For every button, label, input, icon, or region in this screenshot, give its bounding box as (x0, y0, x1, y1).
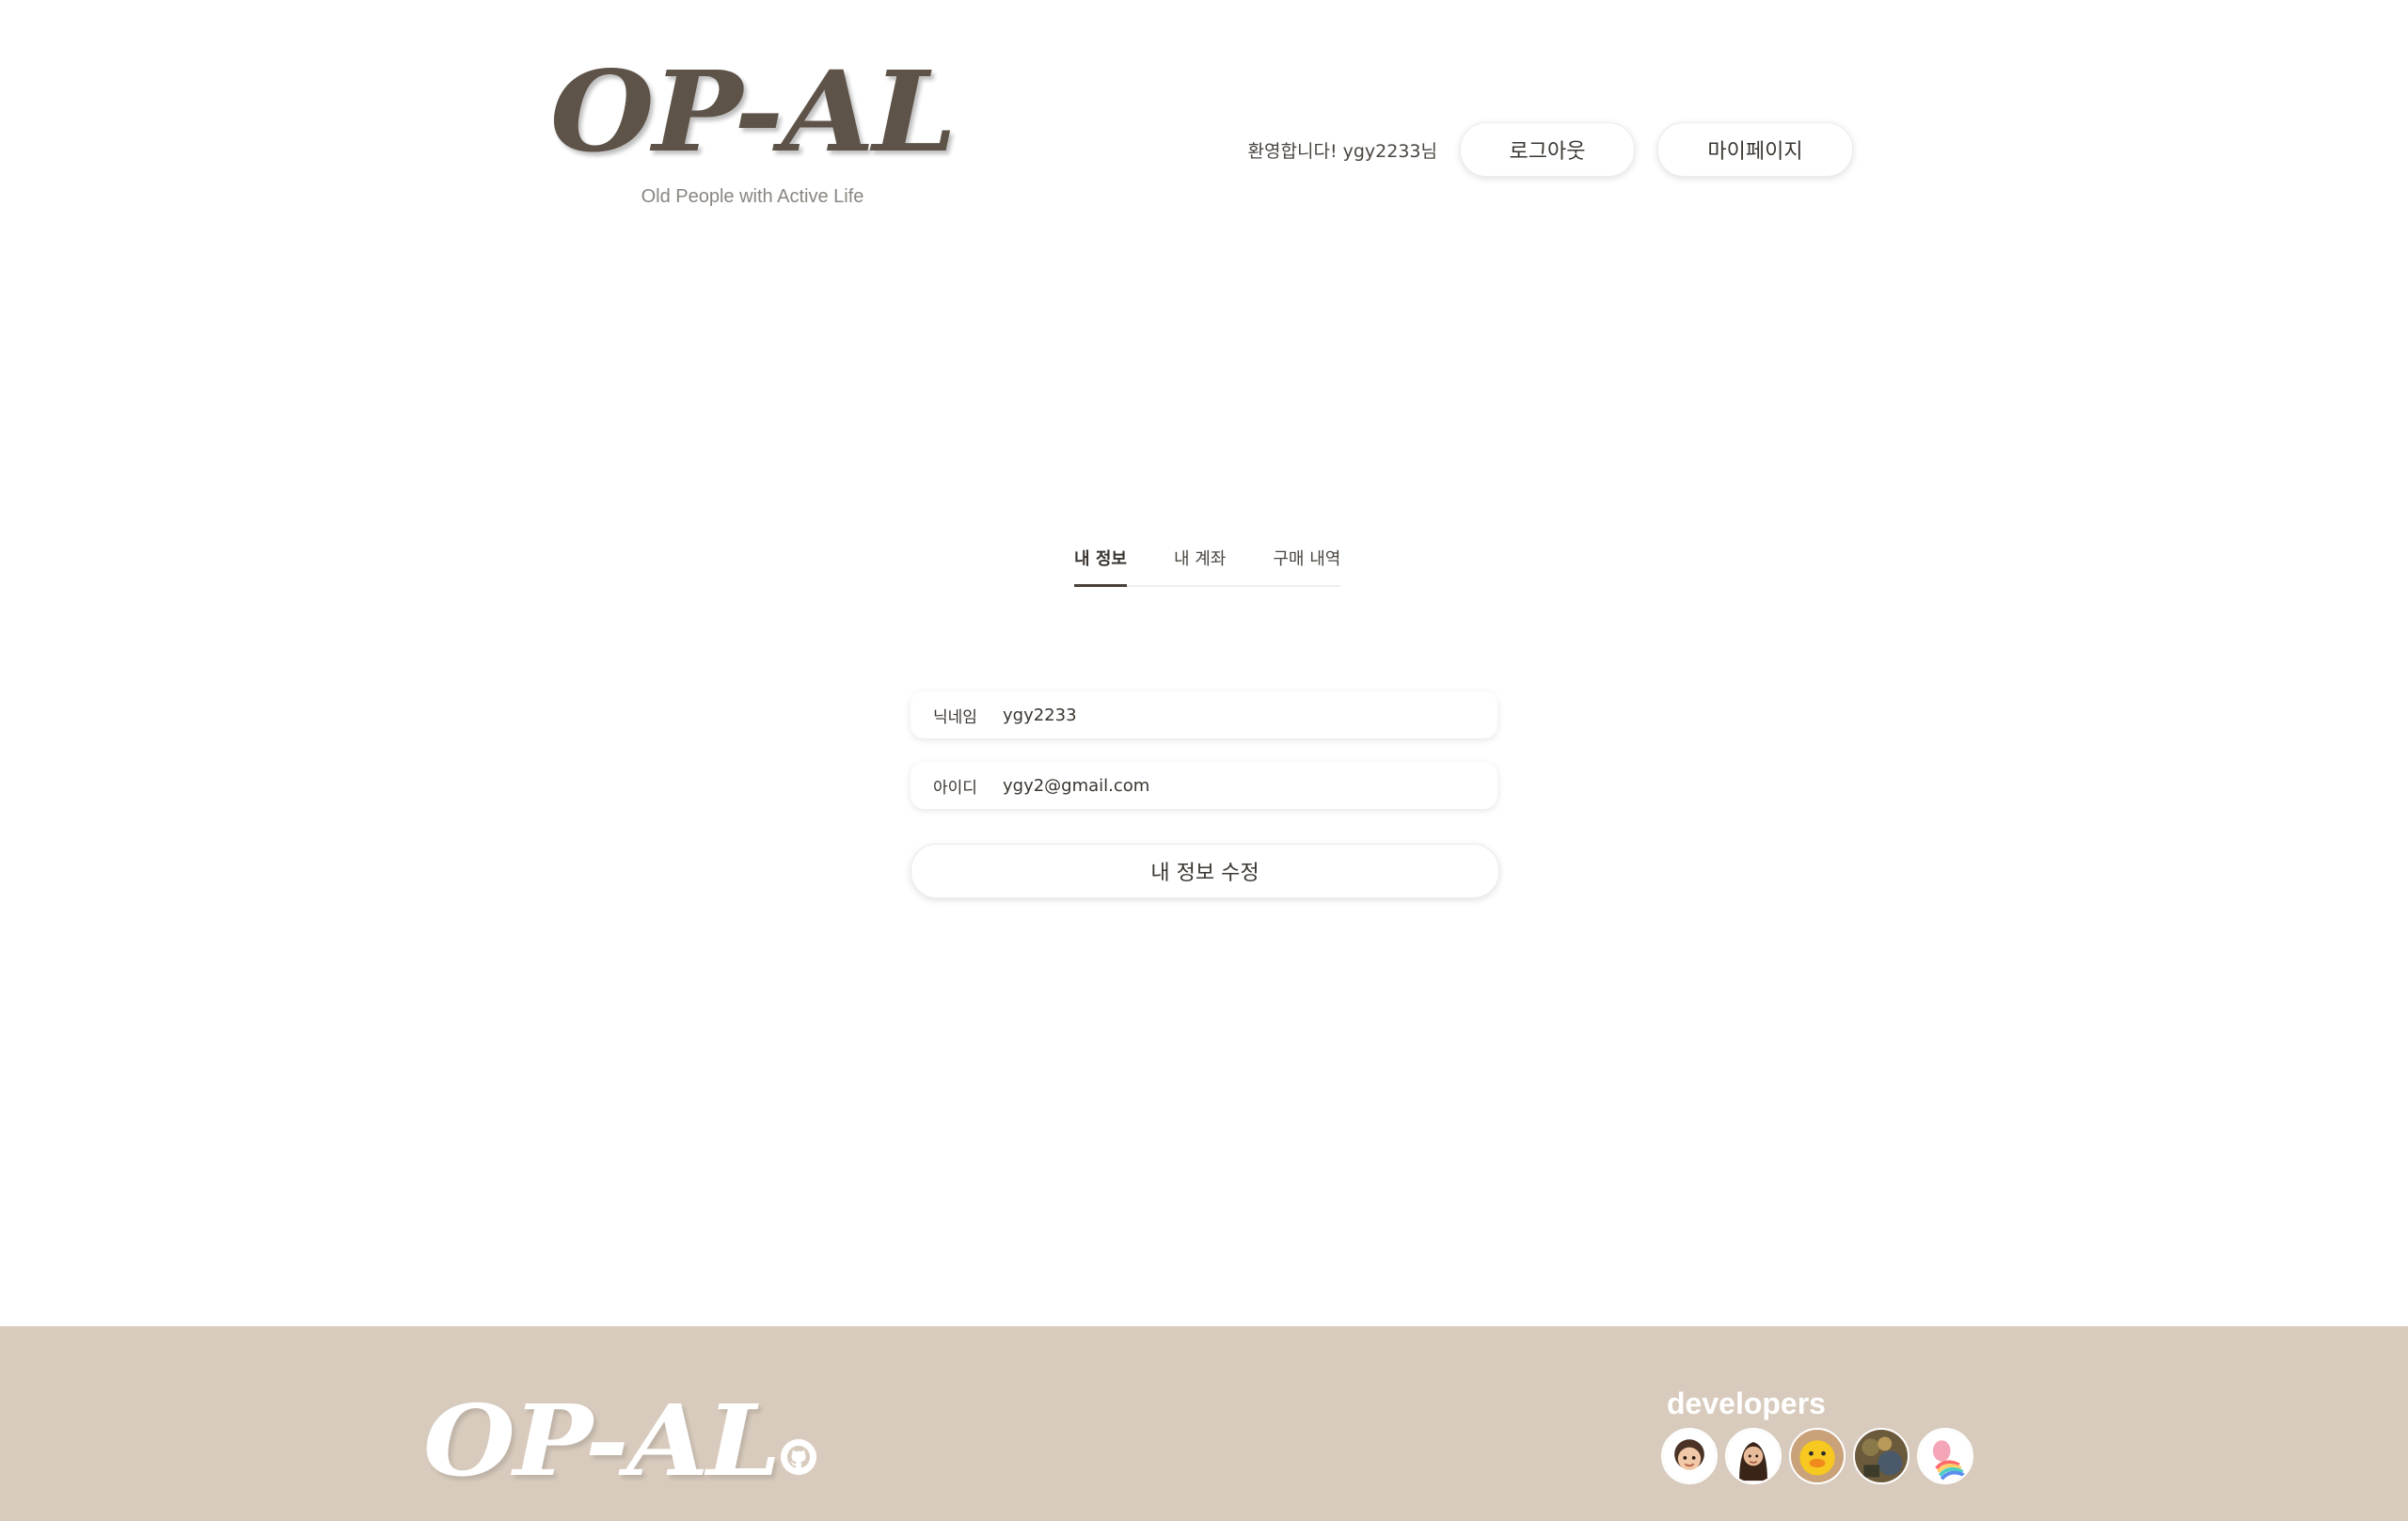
logout-button[interactable]: 로그아웃 (1460, 122, 1635, 177)
developer-avatar-1[interactable] (1661, 1428, 1718, 1484)
footer: OP-AL developers (0, 1326, 2408, 1521)
tab-purchase-history[interactable]: 구매 내역 (1273, 544, 1340, 585)
developer-avatars (1661, 1428, 1973, 1484)
id-label: 아이디 (933, 778, 977, 798)
developer-avatar-3[interactable] (1789, 1428, 1846, 1484)
github-icon[interactable] (781, 1439, 816, 1475)
nickname-value: ygy2233 (1003, 705, 1077, 725)
page: OP-AL Old People with Active Life 환영합니다!… (0, 0, 2408, 1521)
nickname-field[interactable]: 닉네임 ygy2233 (911, 691, 1497, 738)
developers-title: developers (1667, 1386, 1826, 1420)
tab-my-account[interactable]: 내 계좌 (1174, 544, 1226, 585)
developer-avatar-5[interactable] (1917, 1428, 1973, 1484)
mypage-button[interactable]: 마이페이지 (1657, 122, 1853, 177)
footer-logo: OP-AL (423, 1383, 781, 1498)
developer-avatar-2[interactable] (1725, 1428, 1782, 1484)
edit-info-button[interactable]: 내 정보 수정 (911, 844, 1499, 898)
developer-avatar-4[interactable] (1853, 1428, 1909, 1484)
tab-my-info[interactable]: 내 정보 (1074, 544, 1127, 587)
welcome-message: 환영합니다! ygy2233님 (1247, 140, 1437, 162)
logo-block: OP-AL Old People with Active Life (550, 56, 958, 208)
id-field[interactable]: 아이디 ygy2@gmail.com (911, 762, 1497, 809)
profile-tabs: 내 정보 내 계좌 구매 내역 (1074, 544, 1341, 587)
nickname-label: 닉네임 (933, 707, 977, 727)
auth-area: 환영합니다! ygy2233님 로그아웃 마이페이지 (1248, 122, 1853, 177)
site-logo[interactable]: OP-AL (539, 56, 966, 167)
site-tagline: Old People with Active Life (641, 186, 864, 207)
id-value: ygy2@gmail.com (1003, 775, 1150, 796)
